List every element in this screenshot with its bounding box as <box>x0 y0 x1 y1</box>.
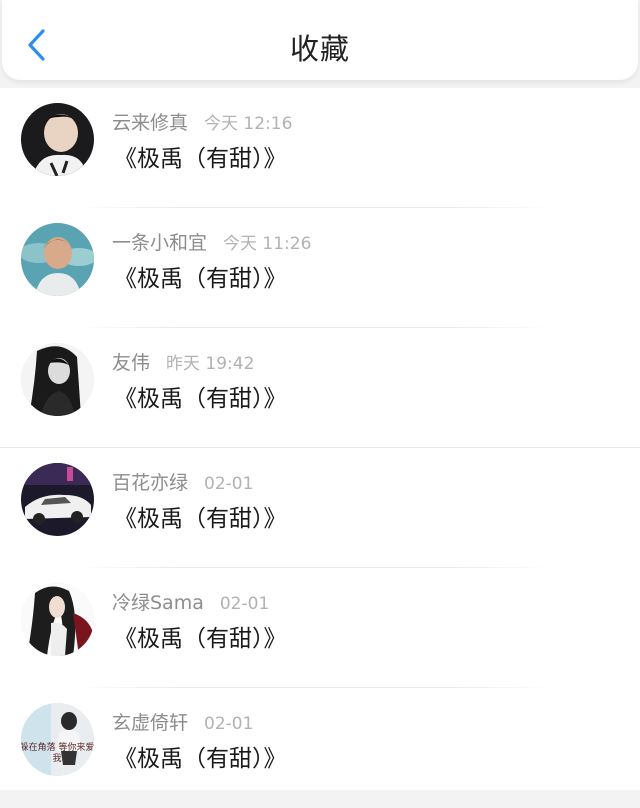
timestamp: 02-01 <box>204 714 254 734</box>
list-item[interactable]: 冷绿Sama 02-01 《极禹（有甜）》 <box>0 568 640 688</box>
avatar[interactable] <box>21 583 94 656</box>
avatar[interactable] <box>21 103 94 176</box>
list-item[interactable]: 躲在角落 等你来爱我 玄虚倚轩 02-01 《极禹（有甜）》 <box>0 688 640 808</box>
avatar[interactable] <box>21 463 94 536</box>
list-item[interactable]: 友伟 昨天 19:42 《极禹（有甜）》 <box>0 328 640 448</box>
message-text: 《极禹（有甜）》 <box>114 746 287 772</box>
timestamp: 昨天 19:42 <box>166 354 255 374</box>
message-text: 《极禹（有甜）》 <box>114 626 287 652</box>
avatar[interactable] <box>21 223 94 296</box>
avatar[interactable]: 躲在角落 等你来爱我 <box>21 703 94 776</box>
message-text: 《极禹（有甜）》 <box>114 386 287 412</box>
message-text: 《极禹（有甜）》 <box>114 146 287 172</box>
list-item[interactable]: 云来修真 今天 12:16 《极禹（有甜）》 <box>0 88 640 208</box>
favorites-list: 云来修真 今天 12:16 《极禹（有甜）》 一条小和宜 今天 11:26 《极禹（… <box>0 88 640 790</box>
sender-name: 一条小和宜 <box>112 232 208 254</box>
list-item[interactable]: 一条小和宜 今天 11:26 《极禹（有甜）》 <box>0 208 640 328</box>
timestamp: 今天 12:16 <box>204 114 293 134</box>
timestamp: 今天 11:26 <box>223 234 312 254</box>
sender-name: 友伟 <box>112 352 151 374</box>
sender-name: 玄虚倚轩 <box>112 712 189 734</box>
timestamp: 02-01 <box>204 474 254 494</box>
message-text: 《极禹（有甜）》 <box>114 506 287 532</box>
top-bar: 收藏 <box>2 0 638 80</box>
timestamp: 02-01 <box>219 594 270 614</box>
list-item[interactable]: 百花亦绿 02-01 《极禹（有甜）》 <box>0 448 640 568</box>
sender-name: 冷绿Sama <box>112 592 204 614</box>
avatar-caption: 躲在角落 等你来爱我 <box>21 743 94 764</box>
avatar[interactable] <box>21 343 94 416</box>
sender-name: 百花亦绿 <box>112 472 189 494</box>
sender-name: 云来修真 <box>112 112 189 134</box>
message-text: 《极禹（有甜）》 <box>114 266 287 292</box>
page-title: 收藏 <box>289 32 350 66</box>
